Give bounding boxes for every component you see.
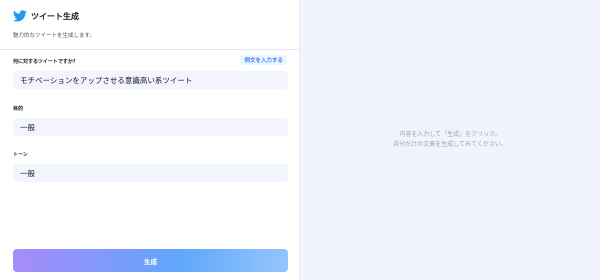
- tone-select[interactable]: 一般: [13, 164, 288, 182]
- twitter-bird-icon: [13, 10, 27, 22]
- output-panel: 内容を入力して「生成」をクリック。 自分だけの文章を生成してみてください。: [300, 0, 600, 280]
- tone-label: トーン: [13, 152, 28, 158]
- placeholder-line-2: 自分だけの文章を生成してみてください。: [393, 141, 507, 148]
- page-subtitle: 魅力的なツイートを生成します。: [13, 33, 95, 39]
- output-placeholder: 内容を入力して「生成」をクリック。 自分だけの文章を生成してみてください。: [393, 130, 507, 150]
- topic-label: 何に対するツイートですか？: [13, 59, 78, 65]
- placeholder-line-1: 内容を入力して「生成」をクリック。: [399, 131, 501, 138]
- input-panel: ツイート生成 魅力的なツイートを生成します。 何に対するツイートですか？ 例文を…: [0, 0, 300, 280]
- header-divider: [0, 49, 300, 50]
- purpose-label: 目的: [13, 106, 24, 112]
- page-title: ツイート生成: [31, 11, 79, 21]
- insert-example-button[interactable]: 例文を入力する: [240, 55, 287, 65]
- purpose-select[interactable]: 一般: [13, 118, 288, 136]
- generate-button[interactable]: 生成: [13, 249, 288, 272]
- app-window: ツイート生成 魅力的なツイートを生成します。 何に対するツイートですか？ 例文を…: [0, 0, 600, 280]
- panel-header: ツイート生成: [13, 10, 79, 22]
- topic-input[interactable]: モチベーションをアップさせる意識高い系ツイート: [13, 71, 288, 89]
